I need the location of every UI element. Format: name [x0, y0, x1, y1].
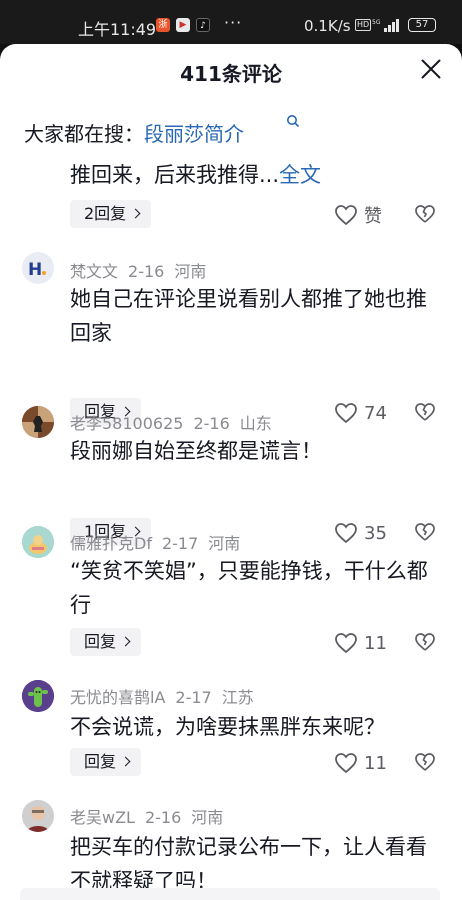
- like-button[interactable]: 11: [334, 752, 387, 774]
- username[interactable]: 无忧的喜鹊lA: [70, 688, 165, 707]
- app-notification-icon: 浙: [156, 18, 170, 32]
- search-icon: [287, 115, 300, 128]
- comment-date: 2-16: [193, 414, 230, 433]
- like-button[interactable]: 赞: [334, 202, 382, 228]
- dislike-icon[interactable]: [414, 522, 436, 542]
- expand-full-text-link[interactable]: 全文: [279, 163, 321, 187]
- signal-icon: 5G: [372, 19, 399, 32]
- video-app-icon: ▶: [176, 18, 190, 32]
- comment-date: 2-17: [161, 534, 199, 553]
- status-bar: 上午11:49 浙 ▶ ♪ ··· 0.1K/s HD 5G 57: [0, 0, 462, 44]
- chevron-right-icon: [120, 636, 131, 647]
- heart-icon: [335, 403, 357, 424]
- more-notifications-icon: ···: [224, 13, 243, 32]
- reply-button-label: 2回复: [84, 204, 127, 223]
- svg-text:H: H: [28, 260, 42, 280]
- comment-meta: 老吴wZL 2-16 河南: [70, 804, 233, 828]
- like-count: 赞: [364, 206, 382, 227]
- comment-meta: 无忧的喜鹊lA 2-17 江苏: [70, 684, 264, 708]
- trending-search-keyword[interactable]: 段丽莎简介: [144, 122, 244, 146]
- dislike-icon[interactable]: [414, 204, 436, 224]
- avatar[interactable]: [22, 406, 54, 438]
- close-icon[interactable]: [418, 56, 444, 82]
- svg-text:5G: 5G: [372, 19, 381, 26]
- dislike-icon[interactable]: [414, 632, 436, 652]
- like-count: 74: [364, 402, 387, 424]
- like-button[interactable]: 11: [334, 632, 387, 654]
- status-time: 上午11:49: [78, 20, 157, 39]
- comment-meta: 老李58100625 2-16 山东: [70, 410, 282, 434]
- comment-date: 2-16: [128, 262, 165, 281]
- trending-search[interactable]: 大家都在搜：段丽莎简介: [24, 115, 300, 147]
- chevron-right-icon: [130, 208, 141, 219]
- heart-icon: [335, 753, 357, 774]
- username[interactable]: 儒雅扑克Df: [70, 534, 152, 553]
- reply-button-label: 回复: [84, 632, 117, 651]
- like-count: 35: [364, 522, 387, 544]
- comment-text: 她自己在评论里说看别人都推了她也推回家: [70, 287, 427, 345]
- comment-text: 推回来，后来我推得...全文: [70, 158, 442, 192]
- chevron-right-icon: [120, 756, 131, 767]
- username[interactable]: 老吴wZL: [70, 808, 135, 827]
- comment-region: 河南: [208, 534, 241, 553]
- comment-meta: 梵文文 2-16 河南: [70, 258, 216, 282]
- dislike-icon[interactable]: [414, 402, 436, 422]
- avatar[interactable]: [22, 680, 54, 712]
- comment-region: 河南: [174, 262, 207, 281]
- dislike-icon[interactable]: [414, 752, 436, 772]
- like-count: 11: [364, 752, 387, 774]
- heart-icon: [335, 205, 357, 226]
- like-button[interactable]: 74: [334, 402, 387, 424]
- comment-date: 2-17: [175, 688, 212, 707]
- avatar[interactable]: [22, 800, 54, 832]
- comment-meta: 儒雅扑克Df 2-17 河南: [70, 530, 250, 554]
- comment-text: 不会说谎，为啥要抹黑胖东来呢？: [70, 715, 385, 739]
- comment-region: 河南: [191, 808, 224, 827]
- trending-search-prefix: 大家都在搜：: [24, 122, 144, 146]
- avatar[interactable]: H: [22, 252, 54, 284]
- comment-region: 江苏: [221, 688, 254, 707]
- reply-button[interactable]: 回复: [70, 748, 142, 776]
- view-replies-button[interactable]: 2回复: [70, 200, 152, 228]
- hd-icon: HD: [355, 19, 372, 31]
- comment-region: 山东: [239, 414, 272, 433]
- comment-sheet: 411条评论 大家都在搜：段丽莎简介 推回来，后来我推得...全文 2回复 赞 …: [0, 44, 462, 900]
- username[interactable]: 梵文文: [70, 262, 118, 281]
- heart-icon: [335, 633, 357, 654]
- like-count: 11: [364, 632, 387, 654]
- comment-date: 2-16: [144, 808, 182, 827]
- avatar[interactable]: [22, 526, 54, 558]
- comment-text: 段丽娜自始至终都是谎言！: [70, 439, 322, 463]
- reply-button-label: 回复: [84, 752, 117, 771]
- reply-button[interactable]: 回复: [70, 628, 142, 656]
- comment-text-body: 推回来，后来我推得...: [70, 163, 280, 187]
- bottom-input-bar[interactable]: [20, 888, 440, 900]
- tiktok-icon: ♪: [196, 18, 210, 32]
- comment-count-title: 411条评论: [180, 62, 282, 86]
- network-speed: 0.1K/s: [304, 17, 351, 35]
- username[interactable]: 老李58100625: [70, 414, 183, 433]
- battery-icon: 57: [408, 18, 436, 32]
- heart-icon: [335, 523, 357, 544]
- comment-text: “笑贫不笑娼”，只要能挣钱，干什么都行: [70, 559, 428, 617]
- like-button[interactable]: 35: [334, 522, 387, 544]
